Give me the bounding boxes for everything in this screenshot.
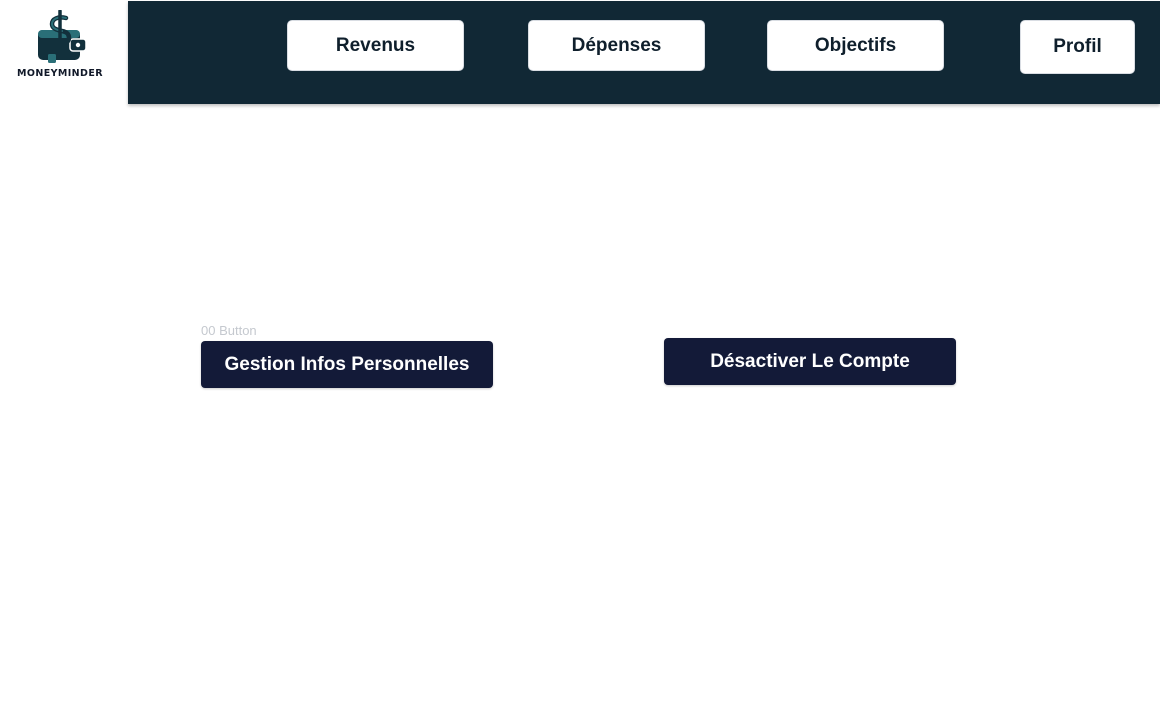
top-navbar: Revenus Dépenses Objectifs Profil <box>128 1 1160 104</box>
nav-depenses-button[interactable]: Dépenses <box>528 20 705 71</box>
nav-profil-button[interactable]: Profil <box>1020 20 1135 74</box>
deactivate-account-button[interactable]: Désactiver Le Compte <box>664 338 956 385</box>
wallet-dollar-icon <box>38 10 87 63</box>
nav-revenus-button[interactable]: Revenus <box>287 20 464 71</box>
brand-name: MONEYMINDER <box>17 68 103 79</box>
manage-personal-info-button[interactable]: Gestion Infos Personnelles <box>201 341 493 388</box>
component-label: 00 Button <box>201 323 257 338</box>
nav-objectifs-button[interactable]: Objectifs <box>767 20 944 71</box>
brand-logo[interactable]: MONEYMINDER <box>0 0 128 104</box>
